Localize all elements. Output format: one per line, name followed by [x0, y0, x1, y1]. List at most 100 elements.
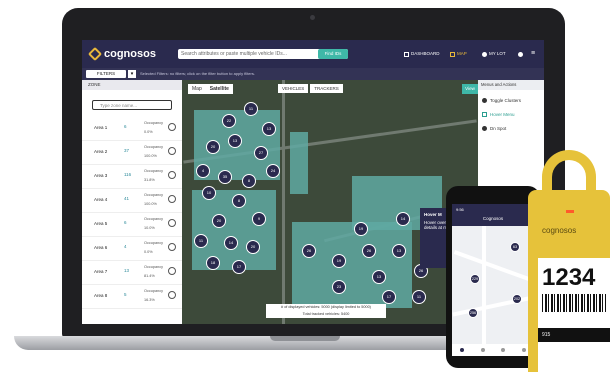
- phone-header: 9:56 Cognosos: [452, 204, 534, 226]
- pin-icon: [482, 126, 487, 131]
- vehicle-cluster[interactable]: 14: [396, 212, 410, 226]
- occupancy-value: 0.0%: [144, 250, 153, 254]
- zone-row[interactable]: Area 6 4 Occupancy 0.0%: [82, 238, 182, 261]
- dn-spot-item[interactable]: Dn Spot: [482, 126, 506, 131]
- zone-row[interactable]: Area 4 41 Occupancy 100.0%: [82, 190, 182, 213]
- vehicle-cluster[interactable]: 14: [224, 236, 238, 250]
- nav-map[interactable]: MAP: [450, 49, 467, 59]
- occupancy-value: 100.0%: [144, 154, 157, 158]
- vehicle-cluster[interactable]: 17: [232, 260, 246, 274]
- vehicles-button[interactable]: VEHICLES: [278, 84, 309, 93]
- zone-name: Area 3: [94, 173, 108, 178]
- view-button[interactable]: View: [462, 84, 478, 94]
- zone-row[interactable]: Area 8 5 Occupancy 16.3%: [82, 286, 182, 309]
- pin-icon: [482, 51, 487, 57]
- vehicle-cluster[interactable]: 8: [232, 194, 246, 208]
- vehicle-cluster[interactable]: 26: [302, 244, 316, 258]
- zone-row[interactable]: Area 2 37 Occupancy 100.0%: [82, 142, 182, 165]
- vehicle-cluster[interactable]: 19: [332, 254, 346, 268]
- phone-cluster[interactable]: 256: [468, 308, 478, 318]
- map-canvas[interactable]: 22 11 13 13 20 27 4 35 8 24 10 8 20 9 11 14 20 18 17 26 19 26…: [182, 80, 478, 324]
- displayed-count: # of displayed vehicles: 5000 (display l…: [281, 305, 371, 309]
- vehicle-cluster[interactable]: 10: [202, 186, 216, 200]
- zone-name: Area 1: [94, 125, 108, 130]
- find-ids-button[interactable]: Find IDs: [318, 49, 348, 59]
- vehicle-cluster[interactable]: 11: [244, 102, 258, 116]
- tag-logo: cognosos: [542, 226, 577, 235]
- vehicle-cluster[interactable]: 35: [218, 170, 232, 184]
- vehicle-cluster[interactable]: 26: [362, 244, 376, 258]
- vehicle-cluster[interactable]: 11: [412, 290, 426, 304]
- chevron-down-icon[interactable]: ▾: [128, 70, 136, 78]
- vehicle-cluster[interactable]: 9: [252, 212, 266, 226]
- occupancy-pie-icon: [168, 171, 176, 179]
- occupancy-value: 16.3%: [144, 298, 155, 302]
- zone-row[interactable]: Area 1 6 Occupancy 0.0%: [82, 118, 182, 141]
- occupancy-label: Occupancy: [144, 145, 163, 149]
- occupancy-value: 0.0%: [144, 130, 153, 134]
- zone-row[interactable]: Area 5 6 Occupancy 10.0%: [82, 214, 182, 237]
- search-icon[interactable]: [480, 348, 485, 352]
- list-icon[interactable]: [501, 348, 506, 352]
- tab-satellite[interactable]: Satellite: [206, 84, 233, 94]
- zone-search-input[interactable]: Type zone name...: [92, 100, 172, 110]
- nav-dashboard[interactable]: DASHBOARD: [404, 49, 440, 59]
- tag-label: 1234 915: [538, 258, 610, 372]
- phone-cluster[interactable]: 229: [470, 274, 480, 284]
- more-icon[interactable]: [521, 348, 526, 352]
- occupancy-pie-icon: [168, 291, 176, 299]
- occupancy-pie-icon: [168, 123, 176, 131]
- vehicle-cluster[interactable]: 8: [242, 174, 256, 188]
- zone-count: 6: [124, 124, 127, 129]
- phone-cluster[interactable]: 202: [512, 294, 522, 304]
- map-type-tabs: Map Satellite: [188, 84, 233, 94]
- vehicle-cluster[interactable]: 27: [254, 146, 268, 160]
- phone-tabbar: [452, 344, 534, 356]
- total-count: Total tracked vehicles: 5400: [302, 312, 350, 316]
- filters-button[interactable]: FILTERS: [86, 70, 126, 78]
- filter-message: Selected Filters: no filters; click on t…: [140, 71, 255, 76]
- occupancy-value: 31.8%: [144, 178, 155, 182]
- vehicle-cluster[interactable]: 20: [212, 214, 226, 228]
- vehicle-cluster[interactable]: 13: [392, 244, 406, 258]
- vehicle-cluster[interactable]: 11: [194, 234, 208, 248]
- vehicle-cluster[interactable]: 19: [354, 222, 368, 236]
- hover-menu-item[interactable]: Hover Menu: [482, 112, 515, 117]
- occupancy-pie-icon: [168, 219, 176, 227]
- vehicle-cluster[interactable]: 17: [382, 290, 396, 304]
- notifications-button[interactable]: [518, 49, 523, 59]
- occupancy-value: 100.0%: [144, 202, 157, 206]
- zone-name: Area 4: [94, 197, 108, 202]
- trackers-button[interactable]: TRACKERS: [310, 84, 343, 93]
- zone-row[interactable]: Area 7 13 Occupancy 81.4%: [82, 262, 182, 285]
- vehicle-cluster[interactable]: 23: [332, 280, 346, 294]
- occupancy-label: Occupancy: [144, 121, 163, 125]
- vehicle-cluster[interactable]: 4: [196, 164, 210, 178]
- vehicle-cluster[interactable]: 13: [228, 134, 242, 148]
- toggle-clusters-item[interactable]: Toggle Clusters: [482, 98, 521, 103]
- map-icon: [450, 51, 455, 57]
- camera-icon: [310, 15, 315, 20]
- vehicle-cluster[interactable]: 20: [246, 240, 260, 254]
- vehicle-cluster[interactable]: 24: [266, 164, 280, 178]
- vehicle-count-box: # of displayed vehicles: 5000 (display l…: [266, 304, 386, 318]
- phone-cluster[interactable]: 63: [510, 242, 520, 252]
- occupancy-label: Occupancy: [144, 169, 163, 173]
- occupancy-value: 10.0%: [144, 226, 155, 230]
- home-icon[interactable]: [460, 348, 465, 352]
- vehicle-cluster[interactable]: 18: [206, 256, 220, 270]
- dashboard-icon: [404, 51, 409, 57]
- occupancy-pie-icon: [168, 243, 176, 251]
- menu-button[interactable]: ≡: [531, 49, 535, 59]
- occupancy-label: Occupancy: [144, 241, 163, 245]
- brand-logo[interactable]: cognosos: [87, 46, 156, 62]
- zone-row[interactable]: Area 3 116 Occupancy 31.8%: [82, 166, 182, 189]
- hamburger-icon: ≡: [531, 50, 536, 57]
- vehicle-cluster[interactable]: 13: [262, 122, 276, 136]
- tab-map[interactable]: Map: [188, 84, 206, 94]
- nav-my-lot[interactable]: MY LOT: [482, 49, 506, 59]
- laptop-notch: [270, 336, 340, 341]
- vehicle-cluster[interactable]: 13: [372, 270, 386, 284]
- vehicle-cluster[interactable]: 22: [222, 114, 236, 128]
- vehicle-cluster[interactable]: 20: [206, 140, 220, 154]
